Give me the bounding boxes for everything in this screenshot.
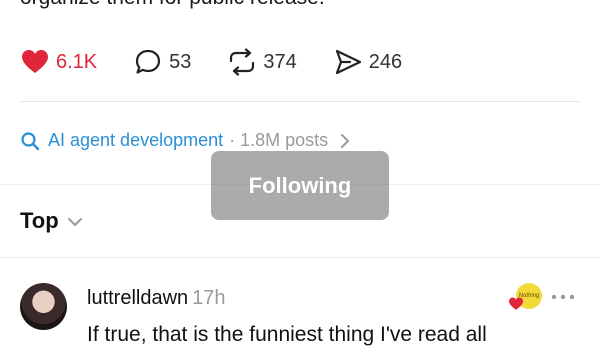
divider	[20, 101, 580, 102]
chevron-down-icon	[67, 215, 83, 227]
reply-username[interactable]: luttrelldawn	[87, 287, 188, 309]
following-toast: Following	[211, 151, 389, 220]
sort-label: Top	[20, 208, 59, 233]
reply-author[interactable]: luttrelldawn 17h	[87, 287, 226, 310]
like-count: 6.1K	[56, 50, 98, 73]
share-button[interactable]: 246	[333, 47, 402, 77]
liked-by-author-badge: Nothing	[496, 283, 542, 313]
share-count: 246	[368, 50, 403, 73]
reply-text: If true, that is the funniest thing I've…	[87, 323, 487, 346]
comment-button[interactable]: 53	[133, 47, 191, 77]
repost-icon	[227, 47, 257, 77]
avatar[interactable]	[20, 283, 67, 330]
search-icon	[20, 131, 40, 151]
repost-button[interactable]: 374	[227, 47, 297, 77]
comment-icon	[133, 47, 163, 77]
post-actions-bar: 6.1K 53 374 246	[20, 44, 438, 80]
heart-icon	[508, 297, 524, 311]
like-button[interactable]: 6.1K	[20, 47, 97, 77]
section-divider	[0, 257, 600, 258]
topic-link[interactable]: AI agent development · 1.8M posts	[20, 130, 352, 151]
more-options-icon[interactable]	[550, 289, 576, 300]
chevron-right-icon	[338, 132, 352, 150]
toast-label: Following	[248, 172, 352, 198]
reply-time: 17h	[192, 287, 226, 309]
topic-post-count: · 1.8M posts	[229, 130, 329, 150]
repost-count: 374	[263, 50, 297, 73]
send-icon	[333, 47, 363, 77]
topic-name: AI agent development	[48, 130, 224, 150]
sort-dropdown[interactable]: Top	[20, 208, 83, 234]
comment-count: 53	[169, 50, 192, 73]
post-text: organize them for public release.	[20, 0, 325, 10]
heart-icon	[20, 47, 50, 77]
